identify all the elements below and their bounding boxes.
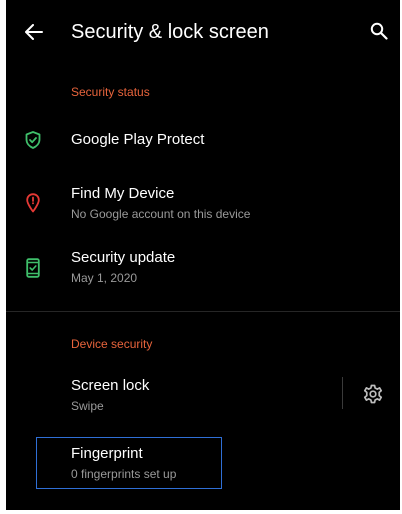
list-item-title: Find My Device	[71, 185, 175, 202]
vertical-separator	[342, 377, 343, 409]
screen-lock-settings-button[interactable]	[361, 382, 385, 406]
app-bar: Security & lock screen	[6, 0, 400, 62]
list-item-title: Google Play Protect	[71, 131, 205, 148]
page-title: Security & lock screen	[71, 21, 269, 43]
phone-check-icon	[23, 258, 43, 278]
list-item-title: Security update	[71, 249, 176, 266]
list-item-title: Screen lock	[71, 377, 150, 394]
shield-check-icon	[23, 130, 43, 150]
list-item-find-my-device[interactable]: Find My Device No Google account on this…	[6, 180, 400, 228]
section-header-device-security: Device security	[71, 337, 153, 351]
section-divider	[6, 311, 400, 312]
list-item-screen-lock[interactable]: Screen lock Swipe	[6, 372, 336, 420]
list-item-subtitle: No Google account on this device	[71, 207, 251, 221]
list-item-security-update[interactable]: Security update May 1, 2020	[6, 244, 400, 292]
search-button[interactable]	[364, 16, 394, 46]
list-item-subtitle: May 1, 2020	[71, 271, 138, 285]
search-icon	[370, 22, 388, 40]
section-header-security-status: Security status	[71, 85, 150, 99]
location-pin-icon	[23, 193, 43, 213]
arrow-left-icon	[25, 24, 43, 40]
list-item-google-play-protect[interactable]: Google Play Protect	[6, 120, 400, 160]
gear-icon	[363, 384, 383, 404]
back-button[interactable]	[20, 18, 48, 46]
focus-highlight	[36, 437, 222, 489]
list-item-subtitle: Swipe	[71, 399, 104, 413]
settings-screen: Security & lock screen Security status G…	[6, 0, 400, 510]
